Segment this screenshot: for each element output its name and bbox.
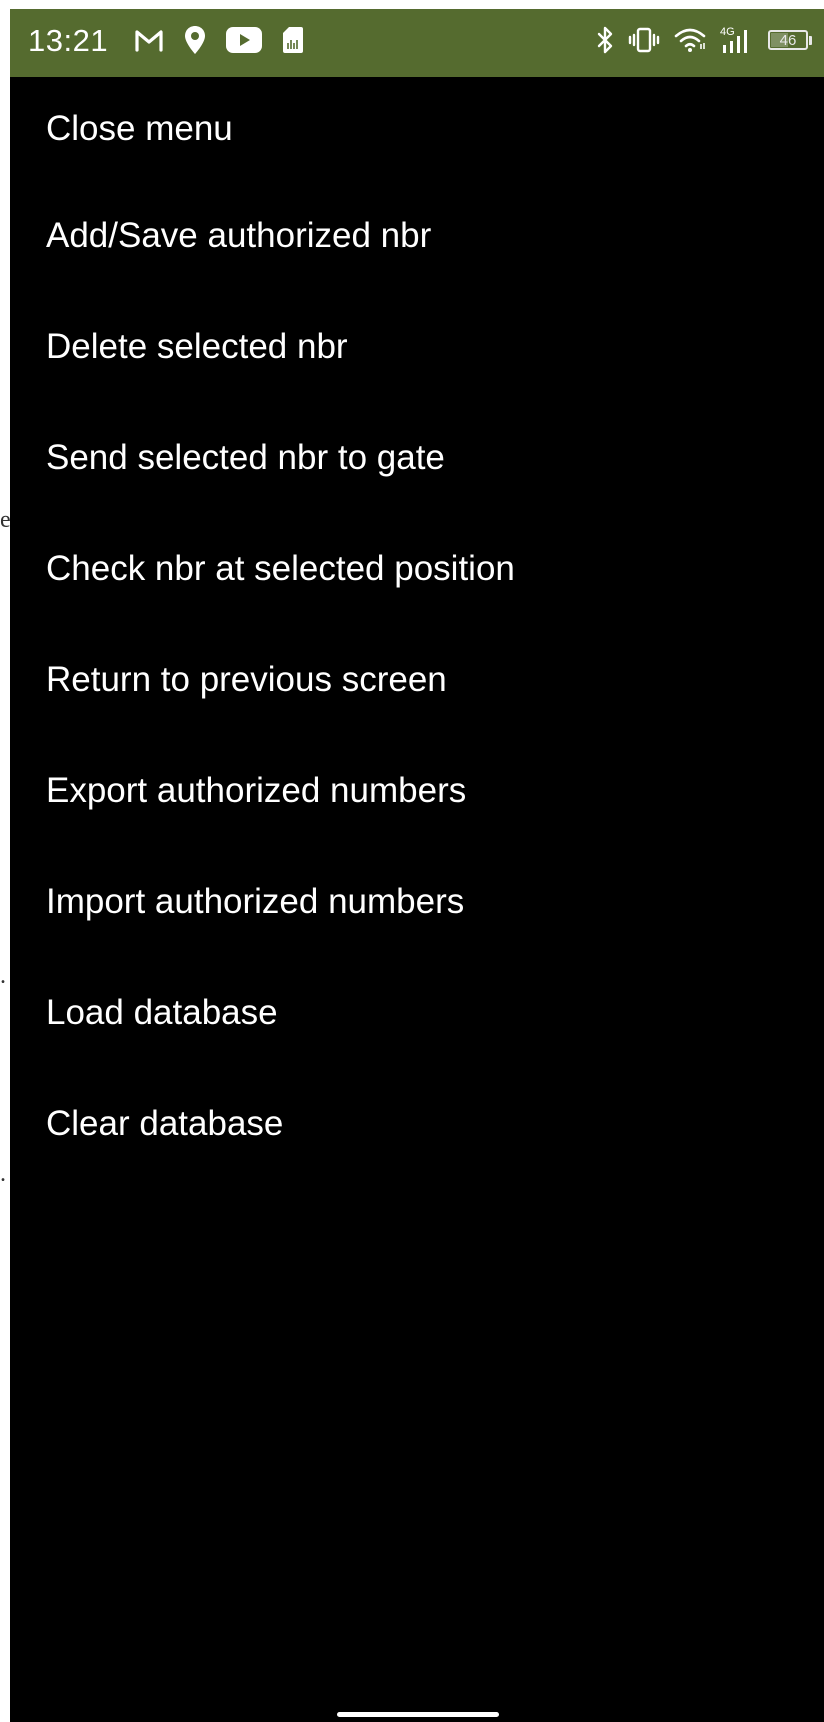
vibrate-icon [628, 27, 660, 53]
status-bar: 13:21 4G 46 [10, 9, 824, 77]
menu-item-return-to-previous-screen[interactable]: Return to previous screen [10, 624, 824, 735]
battery-level: 46 [779, 31, 797, 49]
notification-icons [134, 25, 324, 55]
bluetooth-icon [596, 26, 614, 54]
menu-screen: 13:21 4G 46 Close menu Add/Save authoriz… [10, 9, 824, 1722]
battery-tip [809, 35, 812, 45]
menu-item-delete-selected-nbr[interactable]: Delete selected nbr [10, 291, 824, 402]
youtube-icon [226, 27, 262, 53]
wifi-icon [674, 27, 706, 53]
menu-item-load-database[interactable]: Load database [10, 957, 824, 1068]
sim-card-icon [282, 26, 304, 54]
location-icon [184, 25, 206, 55]
background-text-fragment: . [0, 1161, 6, 1187]
menu-item-clear-database[interactable]: Clear database [10, 1068, 824, 1179]
menu-item-send-selected-nbr-to-gate[interactable]: Send selected nbr to gate [10, 402, 824, 513]
menu-item-close-menu[interactable]: Close menu [10, 77, 824, 180]
gmail-icon [134, 27, 164, 53]
menu-item-export-authorized-numbers[interactable]: Export authorized numbers [10, 735, 824, 846]
svg-text:4G: 4G [720, 26, 735, 38]
battery-indicator: 46 [768, 30, 812, 50]
options-menu: Close menu Add/Save authorized nbr Delet… [10, 77, 824, 1179]
status-time: 13:21 [28, 23, 109, 58]
menu-item-add-save-authorized-nbr[interactable]: Add/Save authorized nbr [10, 180, 824, 291]
home-indicator[interactable] [337, 1712, 499, 1717]
background-text-fragment: . [0, 963, 6, 989]
signal-4g-icon: 4G [720, 25, 754, 55]
menu-item-import-authorized-numbers[interactable]: Import authorized numbers [10, 846, 824, 957]
menu-item-check-nbr-at-selected-position[interactable]: Check nbr at selected position [10, 513, 824, 624]
system-icons: 4G 46 [582, 25, 812, 55]
